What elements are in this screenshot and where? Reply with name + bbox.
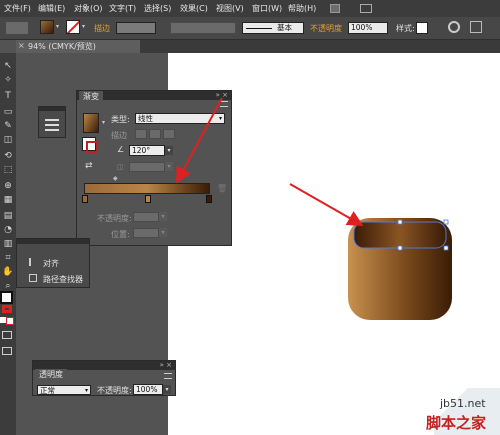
cup-rim-selected[interactable] (353, 221, 447, 249)
anchor-point[interactable] (397, 219, 403, 225)
anchor-point[interactable] (443, 245, 449, 251)
anchor-point[interactable] (397, 245, 403, 251)
annotation-arrow-panel (176, 97, 223, 184)
annotation-arrow-canvas (289, 183, 364, 226)
watermark-domain: jb51.net (440, 397, 486, 410)
watermark-brand: 脚本之家 (426, 414, 487, 432)
canvas-overlay (176, 97, 452, 320)
anchor-point[interactable] (443, 219, 449, 225)
